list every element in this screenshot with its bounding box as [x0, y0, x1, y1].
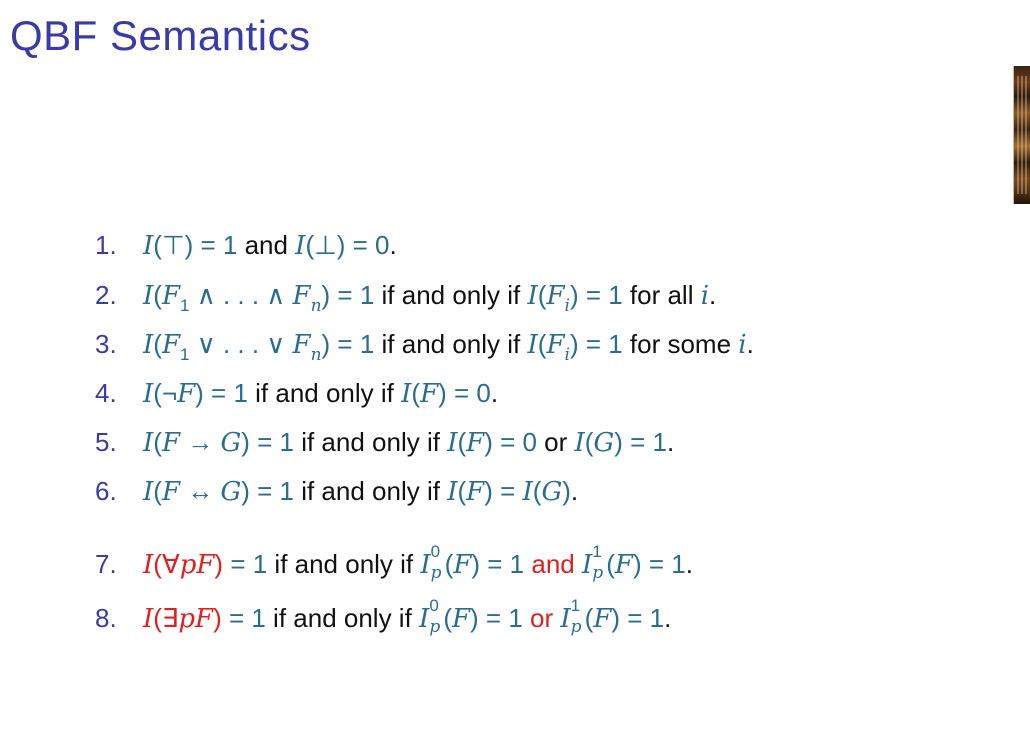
item-formula: I(F → G) = 1 if and only if I(F) = 0 or … — [143, 427, 675, 458]
list-item: 6. I(F ↔ G) = 1 if and only if I(F) = I(G… — [95, 471, 578, 511]
item-number: 8. — [95, 603, 117, 633]
list-item: 4. I(¬F) = 1 if and only if I(F) = 0. — [95, 373, 498, 413]
list-item: 3. I(F1 ∨ . . . ∨ Fn) = 1 if and only if … — [95, 324, 754, 364]
item-formula: I(∀pF) = 1 if and only if I 0 p (F) = 1 and… — [143, 542, 693, 583]
item-formula: I(F ↔ G) = 1 if and only if I(F) = I(G). — [143, 476, 579, 507]
item-number: 2. — [95, 280, 117, 310]
list-item: 7. I(∀pF) = 1 if and only if I 0 p (F) = 1 a… — [95, 542, 693, 584]
semantics-list: 1. I(⊤) = 1 and I(⊥) = 0. 2. I(F1 ∧ . . . … — [0, 0, 1030, 749]
list-item: 5. I(F → G) = 1 if and only if I(F) = 0 o… — [95, 422, 674, 462]
item-formula: I(¬F) = 1 if and only if I(F) = 0. — [143, 378, 499, 409]
item-formula: I(∃pF) = 1 if and only if I 0 p (F) = 1 or … — [143, 596, 672, 637]
item-number: 6. — [95, 476, 117, 506]
item-number: 7. — [95, 549, 117, 579]
item-number: 4. — [95, 378, 117, 408]
item-number: 3. — [95, 329, 117, 359]
list-item: 2. I(F1 ∧ . . . ∧ Fn) = 1 if and only if … — [95, 275, 716, 315]
item-number: 5. — [95, 427, 117, 457]
item-formula: I(F1 ∧ . . . ∧ Fn) = 1 if and only if I(… — [143, 280, 717, 316]
item-formula: I(F1 ∨ . . . ∨ Fn) = 1 if and only if I(… — [143, 329, 754, 365]
list-item: 8. I(∃pF) = 1 if and only if I 0 p (F) = 1 o… — [95, 596, 672, 638]
list-item: 1. I(⊤) = 1 and I(⊥) = 0. — [95, 225, 397, 265]
item-number: 1. — [95, 230, 117, 260]
item-formula: I(⊤) = 1 and I(⊥) = 0. — [143, 230, 397, 261]
